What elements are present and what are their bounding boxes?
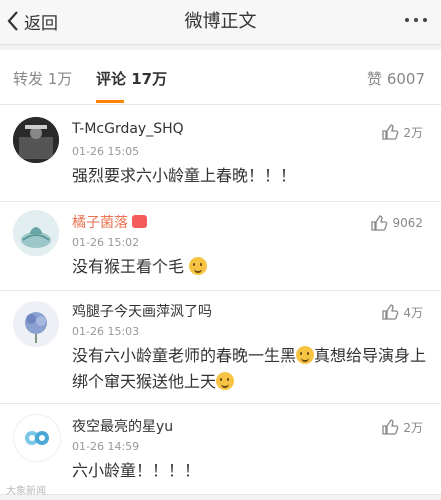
comment-list: T-McGrday_SHQ 01-26 15:05 强烈要求六小龄童上春晚！！！…	[0, 105, 441, 495]
tab-like[interactable]: 赞 6007	[367, 50, 425, 104]
avatar[interactable]	[13, 301, 59, 347]
like-button[interactable]: 2万	[381, 123, 423, 141]
comment-time: 01-26 15:03	[72, 325, 140, 338]
thumbs-up-icon	[382, 124, 399, 140]
comment-username[interactable]: 夜空最亮的星yu	[72, 416, 173, 436]
vip-badge-icon	[132, 215, 147, 228]
tab-bar: 转发 1万 评论 17万 赞 6007	[0, 50, 441, 105]
thumbs-up-icon	[382, 419, 399, 435]
emoji-icon	[216, 372, 235, 390]
emoji-icon	[189, 257, 208, 275]
like-count: 2万	[403, 420, 423, 435]
comment-item[interactable]: 鸡腿子今天画萍沨了吗 01-26 15:03 没有六小龄童老师的春晚一生黑 真想给…	[0, 291, 441, 404]
nav-bar: 返回 微博正文	[0, 0, 441, 45]
comment-username[interactable]: T-McGrday_SHQ	[72, 121, 184, 137]
comment-text-content: 没有猴王看个毛	[72, 257, 185, 276]
tab-comment[interactable]: 评论 17万	[96, 50, 167, 104]
watermark: 大象新闻	[6, 486, 46, 497]
more-options-icon[interactable]	[405, 18, 427, 22]
comment-username-text: 橘子菌落	[72, 215, 128, 231]
comment-time: 01-26 15:05	[72, 145, 140, 158]
tab-repost[interactable]: 转发 1万	[13, 50, 72, 104]
comment-item[interactable]: T-McGrday_SHQ 01-26 15:05 强烈要求六小龄童上春晚！！！…	[0, 105, 441, 202]
comment-text: 六小龄童！！！！	[72, 461, 201, 480]
emoji-icon	[296, 346, 315, 364]
comment-time: 01-26 15:02	[72, 236, 140, 249]
comment-time: 01-26 14:59	[72, 440, 140, 453]
like-count: 4万	[403, 305, 423, 320]
comment-text: 没有六小龄童老师的春晚一生黑 真想给导演身上绑个窜天猴送他上天	[72, 343, 427, 395]
comment-text-content: 没有六小龄童老师的春晚一生黑	[72, 346, 297, 365]
like-count: 9062	[392, 216, 423, 230]
comment-text: 没有猴王看个毛	[72, 254, 427, 280]
comment-username[interactable]: 橘子菌落	[72, 212, 147, 232]
page-title: 微博正文	[184, 11, 257, 32]
avatar[interactable]	[13, 117, 59, 163]
avatar[interactable]	[13, 210, 59, 256]
like-button[interactable]: 9062	[370, 214, 423, 232]
comment-item[interactable]: 夜空最亮的星yu 01-26 14:59 六小龄童！！！！ 2万	[0, 404, 441, 495]
comment-username[interactable]: 鸡腿子今天画萍沨了吗	[72, 301, 212, 321]
comment-text: 强烈要求六小龄童上春晚！！！	[72, 166, 297, 185]
thumbs-up-icon	[382, 304, 399, 320]
like-button[interactable]: 2万	[381, 418, 423, 436]
like-button[interactable]: 4万	[381, 303, 423, 321]
thumbs-up-icon	[371, 215, 388, 231]
comment-item[interactable]: 橘子菌落 01-26 15:02 没有猴王看个毛 9062	[0, 202, 441, 291]
avatar[interactable]	[13, 414, 61, 462]
active-tab-indicator	[96, 100, 124, 103]
like-count: 2万	[403, 125, 423, 140]
